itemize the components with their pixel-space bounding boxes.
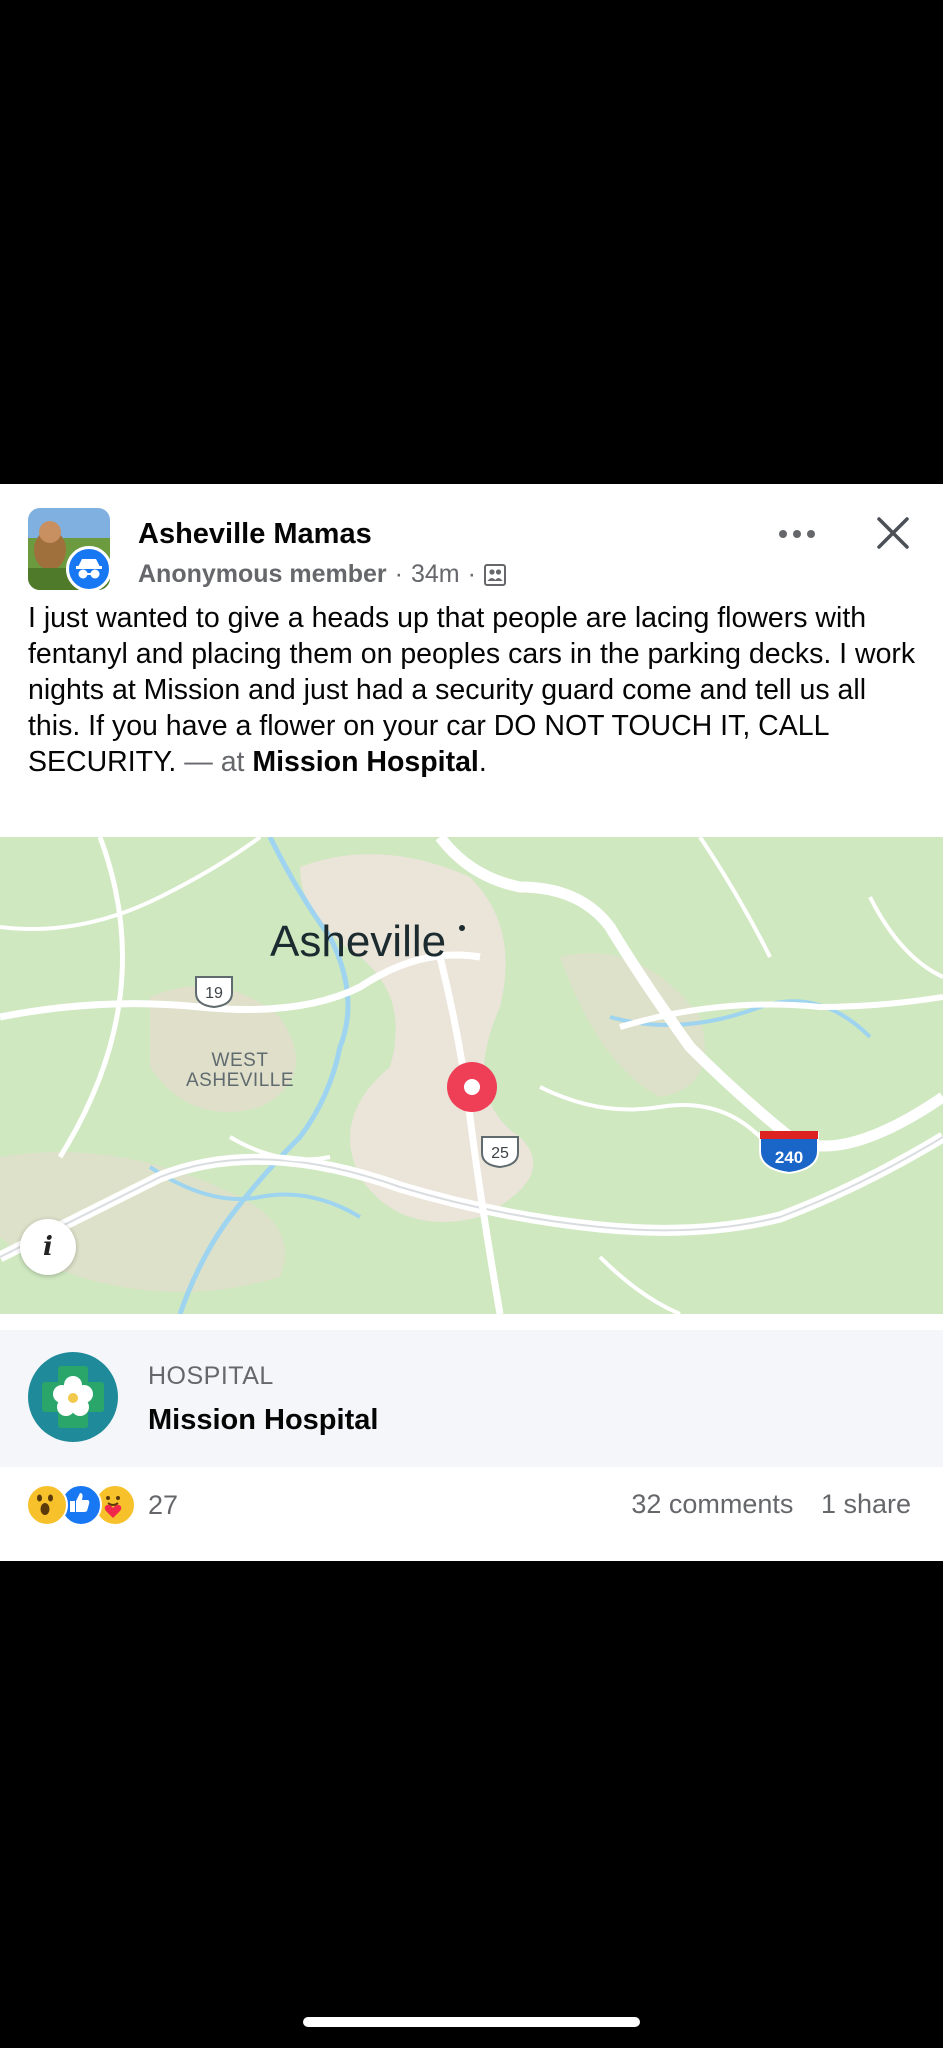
- map-area-label-line1: WEST: [211, 1050, 269, 1071]
- place-category: HOSPITAL: [148, 1362, 274, 1390]
- hospital-icon: [28, 1352, 118, 1442]
- more-options-icon[interactable]: [772, 514, 822, 554]
- map-city-label: Asheville: [270, 917, 447, 966]
- checkin-suffix: .: [478, 746, 487, 778]
- place-name[interactable]: Mission Hospital: [148, 1404, 378, 1437]
- group-name[interactable]: Asheville Mamas: [138, 518, 372, 551]
- author-name[interactable]: Anonymous member: [138, 560, 387, 589]
- location-pin: [447, 1062, 497, 1112]
- checkin-place-link[interactable]: Mission Hospital: [252, 746, 478, 778]
- meta-separator: ·: [394, 560, 403, 588]
- post-card: Asheville Mamas Anonymous member · 34m ·: [0, 484, 943, 1561]
- comments-count[interactable]: 32 comments: [631, 1489, 793, 1519]
- map-area-label-line2: ASHEVILLE: [186, 1070, 294, 1091]
- route-240-label: 240: [775, 1148, 803, 1167]
- route-25-shield: 25: [481, 1136, 519, 1169]
- post-meta: Anonymous member · 34m ·: [138, 560, 506, 589]
- meta-separator: ·: [467, 560, 476, 588]
- reaction-count: 27: [148, 1489, 179, 1520]
- group-members-icon: [483, 563, 506, 586]
- place-card[interactable]: HOSPITAL Mission Hospital: [0, 1330, 943, 1467]
- route-25-label: 25: [491, 1145, 509, 1162]
- map-info-icon[interactable]: i: [20, 1219, 76, 1275]
- post-body: I just wanted to give a heads up that pe…: [28, 600, 918, 780]
- shares-count[interactable]: 1 share: [821, 1489, 911, 1519]
- wow-icon: [26, 1484, 68, 1526]
- checkin-prefix: — at: [184, 746, 245, 778]
- home-indicator[interactable]: [303, 2017, 640, 2027]
- map-graphic: 19 25 240: [0, 837, 943, 1314]
- route-19-label: 19: [205, 985, 223, 1002]
- post-stats: 32 comments 1 share: [631, 1489, 911, 1520]
- interstate-240-shield: 240: [759, 1131, 819, 1175]
- anonymous-icon: [66, 546, 112, 592]
- post-time[interactable]: 34m: [411, 560, 460, 589]
- reactions-summary[interactable]: 27: [26, 1484, 178, 1526]
- location-map[interactable]: 19 25 240 Asheville WEST ASHEVILLE i: [0, 837, 943, 1314]
- route-19-shield: 19: [195, 976, 233, 1009]
- close-icon[interactable]: [868, 508, 918, 558]
- group-avatar[interactable]: [28, 508, 112, 592]
- map-area-label: WEST ASHEVILLE: [186, 1051, 294, 1091]
